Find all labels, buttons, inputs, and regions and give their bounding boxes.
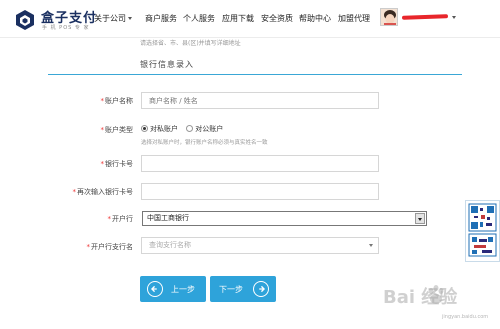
nav-item-label: 关于公司 [94,14,126,23]
card-number-label: *银行卡号 [48,159,134,169]
watermark: Bai 经验 [383,287,458,308]
branch-placeholder: 查询支行名称 [149,241,191,249]
account-name-label: *账户名称 [48,96,134,106]
radio-private-account[interactable]: 对私账户 [141,124,178,134]
branch-label-text: 开户行支行名 [91,243,133,251]
card-number-repeat-label-text: 再次输入银行卡号 [77,188,133,196]
radio-label: 对公账户 [195,125,224,133]
arrow-left-circle-icon [147,281,163,297]
account-type-note: 选择对私账户时，银行账户名称必须与真实姓名一致 [141,140,268,146]
section-divider [48,74,462,75]
radio-corporate-account[interactable]: 对公账户 [186,124,223,134]
prev-step-button[interactable]: 上一步 [140,276,206,302]
radio-label: 对私账户 [150,125,178,133]
radio-unchecked-icon [186,125,194,132]
required-mark: * [86,243,91,251]
card-number-repeat-label: *再次输入银行卡号 [48,187,134,197]
avatar [380,8,398,26]
brand-tagline: 手 机 POS 专 家 [42,25,90,31]
prev-step-label: 上一步 [171,285,195,294]
nav-item-help[interactable]: 帮助中心 [299,13,331,24]
required-mark: * [100,126,105,134]
nav-item-security[interactable]: 安全资质 [261,13,293,24]
account-name-label-text: 账户名称 [105,97,133,105]
required-mark: * [72,188,77,196]
chevron-down-icon [452,16,456,19]
nav-item-personal[interactable]: 个人服务 [183,13,215,24]
nav-item-download[interactable]: 应用下载 [222,13,254,24]
bank-label: *开户行 [48,214,134,224]
arrow-right-circle-icon [253,281,269,297]
radio-checked-icon [141,125,148,132]
site-header: 盒子支付 手 机 POS 专 家 关于公司 商户服务 个人服务 应用下载 安全资… [0,0,500,38]
bank-select[interactable]: 中国工商银行 [142,211,427,226]
nav-item-agent[interactable]: 加盟代理 [338,13,370,24]
branch-select[interactable]: 查询支行名称 [141,237,379,254]
card-number-label-text: 银行卡号 [105,160,133,168]
required-mark: * [107,215,112,223]
account-name-input[interactable] [141,92,379,109]
card-number-input[interactable] [141,155,379,172]
dropdown-caret-icon[interactable] [415,213,425,224]
account-type-label-text: 账户类型 [105,126,133,134]
avatar-face-icon [381,9,397,25]
branch-label: *开户行支行名 [48,242,134,252]
watermark-url: jingyan.baidu.com [442,314,489,320]
chevron-down-icon [369,244,373,247]
account-type-label: *账户类型 [48,125,134,135]
logo-mark-icon [16,10,34,30]
bank-label-text: 开户行 [112,215,133,223]
next-step-label: 下一步 [219,285,243,294]
user-name-redacted [401,14,449,20]
section-title: 银行信息录入 [140,60,194,69]
chevron-down-icon [128,17,132,20]
card-number-repeat-input[interactable] [141,183,379,200]
next-step-button[interactable]: 下一步 [210,276,276,302]
qr-code-icon [468,203,497,257]
required-mark: * [100,160,105,168]
account-type-radio-group: 对私账户 对公账户 [141,124,229,136]
user-menu[interactable] [380,8,460,30]
address-hint: 请选择省、市、县(区)并填写详细地址 [140,40,241,47]
nav-item-about[interactable]: 关于公司 [94,13,132,24]
required-mark: * [100,97,105,105]
qr-code-widget[interactable] [465,200,500,262]
brand-logo[interactable]: 盒子支付 手 机 POS 专 家 [14,7,96,33]
bank-select-value: 中国工商银行 [147,214,189,222]
nav-item-merchant[interactable]: 商户服务 [145,13,177,24]
